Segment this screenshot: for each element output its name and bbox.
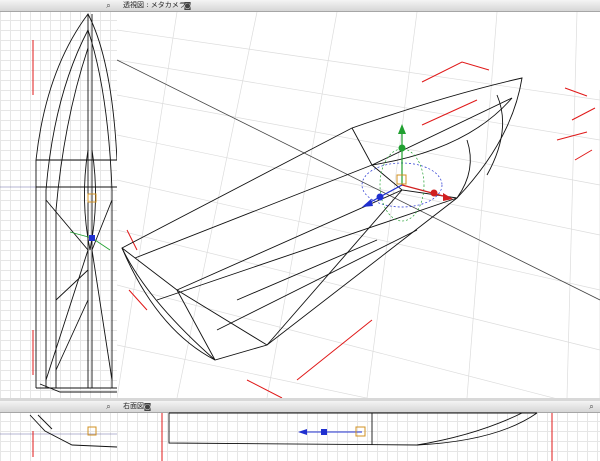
front-view[interactable]: ⌕ — [0, 401, 117, 461]
top-view-drawing — [0, 13, 117, 393]
perspective-view[interactable]: 透視図 : メタカメラ1 ◙ — [117, 0, 600, 398]
right-view[interactable]: 右面図 ◙ ⌕ — [117, 401, 600, 461]
perspective-drawing — [117, 11, 600, 398]
perspective-grid — [117, 11, 600, 398]
transform-gizmo — [361, 124, 453, 222]
guide-brackets — [126, 61, 596, 398]
right-view-drawing — [161, 412, 553, 461]
front-view-drawing — [0, 414, 117, 457]
hull-wireframe — [121, 77, 523, 361]
top-view[interactable]: ⌕ — [0, 0, 117, 398]
